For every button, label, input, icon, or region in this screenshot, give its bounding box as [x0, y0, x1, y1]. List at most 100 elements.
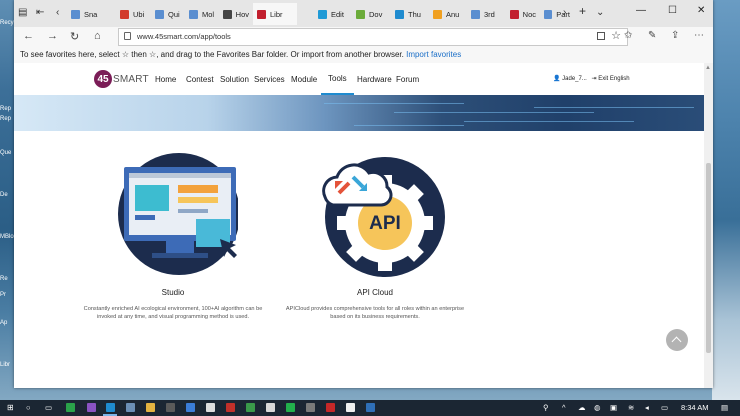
tab-label: Hov: [235, 9, 249, 19]
logo-mark: 45: [94, 70, 112, 88]
tray-chevron-icon[interactable]: ^: [562, 403, 566, 412]
close-icon[interactable]: ✕: [697, 5, 705, 16]
keyboard-icon[interactable]: ▭: [661, 403, 668, 412]
tab-overview-icon[interactable]: ▤: [18, 7, 27, 18]
back-icon[interactable]: ←: [23, 30, 34, 42]
address-bar: ← → ↻ ⌂ www.45smart.com/app/tools ☆ ✩ ✎ …: [14, 27, 713, 46]
people-icon[interactable]: ⚲: [543, 403, 549, 412]
browser-window: ▤ ⇤ ‹ Sna Ubi Qui Mol Hov Libr Edit Dov Thu Anu 3r…: [14, 0, 713, 388]
browser-tab[interactable]: Sna: [67, 3, 107, 25]
refresh-icon[interactable]: ↻: [70, 30, 79, 43]
browser-tab[interactable]: Anu: [429, 3, 463, 25]
start-icon[interactable]: ⊞: [7, 403, 14, 412]
scroll-up-icon[interactable]: ▲: [705, 65, 711, 71]
back-to-top-button[interactable]: [666, 329, 688, 351]
scroll-tabs-left-icon[interactable]: ‹: [56, 7, 59, 18]
app-icon-6[interactable]: [226, 403, 235, 412]
more-icon[interactable]: ⋯: [694, 30, 704, 41]
favorite-star-icon[interactable]: ☆: [611, 29, 621, 42]
search-icon[interactable]: ○: [26, 403, 31, 412]
app-icon-2[interactable]: [126, 403, 135, 412]
site-logo[interactable]: 45 SMART: [94, 70, 149, 88]
maximize-icon[interactable]: ☐: [668, 5, 677, 16]
visual-studio-icon[interactable]: [87, 403, 96, 412]
volume-icon[interactable]: ◂: [645, 403, 649, 412]
nav-hardware[interactable]: Hardware: [357, 63, 392, 95]
studio-card[interactable]: Studio Constantly enriched AI ecological…: [78, 153, 268, 321]
nav-solution[interactable]: Solution: [220, 63, 249, 95]
web-page: 45 SMART Home Contest Solution Services …: [14, 63, 704, 388]
page-scrollbar[interactable]: ▲: [704, 63, 713, 388]
app-icon-7[interactable]: [246, 403, 255, 412]
logo-text: SMART: [113, 73, 149, 85]
wifi-icon[interactable]: ≋: [628, 403, 634, 412]
network-icon[interactable]: ☁: [578, 403, 586, 412]
new-tab-icon[interactable]: +: [579, 4, 586, 18]
action-center-icon[interactable]: ▤: [721, 403, 728, 412]
scrollbar-thumb[interactable]: [706, 163, 711, 353]
tab-favicon-icon: [155, 9, 164, 19]
minimize-icon[interactable]: —: [636, 5, 646, 16]
app-icon-12[interactable]: [346, 403, 355, 412]
set-tabs-aside-icon[interactable]: ⇤: [36, 7, 44, 18]
nav-tools[interactable]: Tools: [321, 63, 354, 95]
tab-dropdown-icon[interactable]: ⌄: [596, 7, 604, 18]
browser-tab[interactable]: Edit: [314, 3, 348, 25]
nav-contest[interactable]: Contest: [186, 63, 214, 95]
notes-icon[interactable]: ✎: [648, 30, 656, 41]
language-link[interactable]: English: [610, 76, 630, 82]
tab-favicon-icon: [544, 9, 553, 19]
tab-label: Edit: [331, 9, 344, 19]
browser-tab[interactable]: Dov: [352, 3, 386, 25]
browser-tab[interactable]: Mol: [185, 3, 215, 25]
nav-forum[interactable]: Forum: [396, 63, 419, 95]
page-info-icon[interactable]: [124, 32, 131, 40]
api-cloud-description: APICloud provides comprehensive tools fo…: [285, 306, 465, 320]
file-explorer-icon[interactable]: [146, 403, 155, 412]
browser-tab[interactable]: Noc: [506, 3, 536, 25]
browser-tab[interactable]: Hov: [219, 3, 249, 25]
app-icon-11[interactable]: [326, 403, 335, 412]
share-icon[interactable]: ⇪: [671, 30, 679, 41]
app-icon-8[interactable]: [266, 403, 275, 412]
url-field[interactable]: www.45smart.com/app/tools ☆: [118, 28, 628, 46]
app-icon-3[interactable]: [166, 403, 175, 412]
import-favorites-link[interactable]: Import favorites: [406, 50, 461, 59]
user-menu[interactable]: 👤 Jade_7... ⇥ Exit English: [553, 75, 630, 82]
tray-icon-3[interactable]: ▣: [610, 403, 617, 412]
home-icon[interactable]: ⌂: [94, 30, 101, 42]
tab-favicon-icon: [318, 9, 327, 19]
nav-home[interactable]: Home: [155, 63, 176, 95]
app-icon-13[interactable]: [366, 403, 375, 412]
app-icon-10[interactable]: [306, 403, 315, 412]
tab-favicon-icon: [395, 9, 404, 19]
browser-tab[interactable]: 3rd: [467, 3, 501, 25]
nav-services[interactable]: Services: [254, 63, 285, 95]
app-icon-9[interactable]: [286, 403, 295, 412]
clock[interactable]: 8:34 AM: [681, 403, 709, 412]
browser-tab[interactable]: Ubi: [116, 3, 146, 25]
task-view-icon[interactable]: ▭: [45, 403, 52, 412]
edge-icon[interactable]: [106, 403, 115, 412]
app-icon-1[interactable]: [66, 403, 75, 412]
url-text[interactable]: www.45smart.com/app/tools: [137, 32, 231, 41]
api-cloud-title[interactable]: API Cloud: [280, 288, 470, 297]
scroll-tabs-right-icon[interactable]: ›: [563, 7, 566, 18]
api-cloud-card[interactable]: API API Cloud APICloud provides comprehe…: [280, 153, 470, 321]
tray-icon-2[interactable]: ◍: [594, 403, 601, 412]
favorites-hint: To see favorites here, select ☆ then ☆, …: [20, 50, 404, 59]
forward-icon[interactable]: →: [47, 30, 58, 42]
favorites-hub-icon[interactable]: ✩: [624, 30, 632, 41]
reading-view-icon[interactable]: [597, 32, 605, 40]
browser-tab[interactable]: Thu: [391, 3, 425, 25]
app-icon-4[interactable]: [186, 403, 195, 412]
app-icon-5[interactable]: [206, 403, 215, 412]
tab-label: Thu: [408, 9, 421, 19]
user-icon: 👤: [553, 76, 561, 82]
browser-tab[interactable]: Libr: [253, 3, 297, 25]
browser-tab[interactable]: Qui: [151, 3, 181, 25]
user-name[interactable]: Jade_7...: [562, 76, 587, 82]
exit-link[interactable]: Exit: [598, 76, 608, 82]
studio-title[interactable]: Studio: [78, 288, 268, 297]
nav-module[interactable]: Module: [291, 63, 317, 95]
